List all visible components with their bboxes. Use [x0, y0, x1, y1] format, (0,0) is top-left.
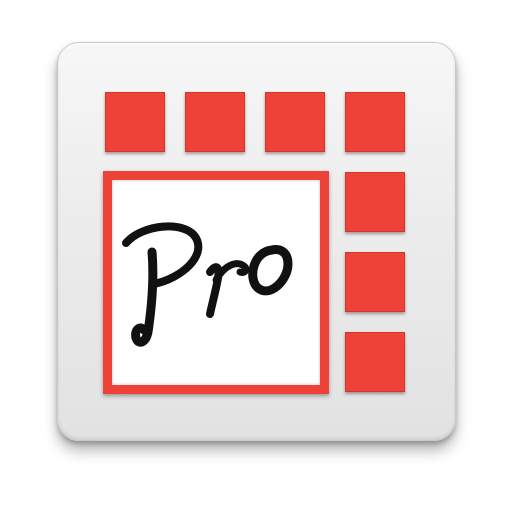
grid-square-right-2: [345, 252, 405, 312]
pro-logo-frame: [103, 171, 329, 394]
grid-square-top-3: [265, 92, 325, 152]
grid-square-right-3: [345, 332, 405, 392]
grid-square-top-2: [185, 92, 245, 152]
grid-square-top-1: [105, 92, 165, 152]
app-icon[interactable]: [0, 0, 512, 512]
pro-logo-panel: [112, 180, 320, 385]
pro-logo-icon: [122, 222, 293, 347]
grid-square-right-1: [345, 172, 405, 232]
grid-square-top-4: [345, 92, 405, 152]
